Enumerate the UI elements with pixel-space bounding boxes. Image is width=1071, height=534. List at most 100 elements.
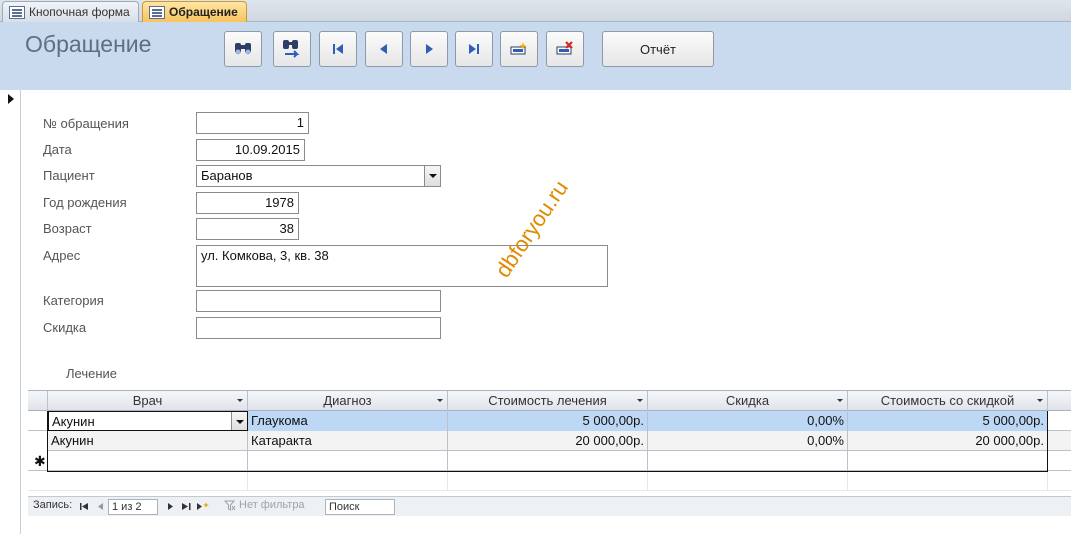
funnel-icon — [224, 500, 236, 511]
table-cell[interactable]: 5 000,00р. — [448, 411, 648, 431]
table-cell[interactable] — [248, 451, 448, 471]
column-header-cost[interactable]: Стоимость лечения — [448, 391, 648, 411]
record-selector[interactable] — [0, 90, 21, 534]
new-record-button[interactable] — [500, 31, 538, 67]
column-header-discount[interactable]: Скидка — [648, 391, 848, 411]
column-header-discounted-cost[interactable]: Стоимость со скидкой — [848, 391, 1048, 411]
category-label: Категория — [43, 293, 104, 308]
address-label: Адрес — [43, 248, 81, 263]
sort-arrow-icon — [837, 399, 843, 402]
first-record-button[interactable] — [319, 31, 357, 67]
table-cell[interactable] — [448, 451, 648, 471]
filter-toggle[interactable]: Нет фильтра — [224, 499, 305, 511]
table-cell[interactable]: Акунин — [48, 431, 248, 451]
nav-new-record-button[interactable] — [196, 499, 210, 513]
next-record-button[interactable] — [410, 31, 448, 67]
new-record-row[interactable]: ✱ — [28, 451, 1071, 471]
birth-year-field[interactable]: 1978 — [196, 192, 299, 214]
discount-field[interactable] — [196, 317, 441, 339]
table-cell[interactable]: Катаракта — [248, 431, 448, 451]
previous-record-icon — [97, 502, 103, 510]
new-record-icon — [510, 42, 527, 55]
birth-year-label: Год рождения — [43, 195, 127, 210]
filter-label: Нет фильтра — [239, 499, 305, 511]
select-all-corner[interactable] — [28, 391, 48, 411]
table-cell[interactable]: 0,00% — [648, 411, 848, 431]
last-record-button[interactable] — [455, 31, 493, 67]
first-record-icon — [333, 44, 343, 54]
empty-cell — [848, 471, 1048, 491]
age-field[interactable]: 38 — [196, 218, 299, 240]
row-selector[interactable] — [28, 411, 48, 431]
find-button[interactable] — [224, 31, 262, 67]
current-record-input[interactable]: 1 из 2 — [108, 499, 158, 515]
sort-arrow-icon — [237, 399, 243, 402]
sort-arrow-icon — [637, 399, 643, 402]
tab-label: Кнопочная форма — [29, 5, 130, 19]
table-cell[interactable] — [848, 451, 1048, 471]
column-header-doctor[interactable]: Врач — [48, 391, 248, 411]
table-cell[interactable]: 5 000,00р. — [848, 411, 1048, 431]
treatment-label: Лечение — [66, 366, 118, 381]
previous-record-icon — [380, 44, 387, 54]
address-field[interactable]: ул. Комкова, 3, кв. 38 — [196, 245, 608, 287]
number-field[interactable]: 1 — [196, 112, 309, 134]
patient-label: Пациент — [43, 168, 95, 183]
date-label: Дата — [43, 142, 72, 157]
sort-arrow-icon — [1037, 399, 1043, 402]
form-icon — [149, 5, 165, 19]
report-button[interactable]: Отчёт — [602, 31, 714, 67]
grid-border — [47, 471, 1048, 472]
table-row[interactable]: Акунин Катаракта 20 000,00р. 0,00% 20 00… — [28, 431, 1071, 451]
empty-cell — [48, 471, 248, 491]
form-title: Обращение — [25, 31, 152, 57]
table-cell[interactable] — [648, 451, 848, 471]
next-record-icon — [426, 44, 433, 54]
chevron-down-icon[interactable] — [231, 412, 247, 430]
form-header: Обращение Отчёт — [0, 22, 1071, 90]
table-cell[interactable] — [48, 451, 248, 471]
tab-switchboard-form[interactable]: Кнопочная форма — [2, 1, 139, 22]
previous-record-button[interactable] — [365, 31, 403, 67]
column-header-label: Стоимость лечения — [488, 393, 607, 408]
tab-appeal-form[interactable]: Обращение — [142, 1, 247, 22]
next-record-icon — [167, 502, 173, 510]
row-selector[interactable] — [28, 431, 48, 451]
nav-next-button[interactable] — [164, 499, 176, 513]
first-record-icon — [79, 502, 88, 510]
find-icon — [235, 43, 251, 55]
record-navigation-bar: Запись: 1 из 2 Нет фильтра Поиск — [28, 496, 1071, 516]
form-icon — [9, 5, 25, 19]
column-header-diagnosis[interactable]: Диагноз — [248, 391, 448, 411]
nav-first-button[interactable] — [78, 499, 90, 513]
chevron-down-icon[interactable] — [424, 166, 440, 186]
table-cell[interactable]: 0,00% — [648, 431, 848, 451]
column-header-label: Стоимость со скидкой — [880, 393, 1015, 408]
grid-header-row: Врач Диагноз Стоимость лечения Скидка Ст… — [28, 391, 1071, 411]
date-field[interactable]: 10.09.2015 — [196, 139, 305, 161]
search-input[interactable]: Поиск — [325, 499, 395, 515]
find-next-button[interactable] — [273, 31, 311, 67]
patient-combo[interactable]: Баранов — [196, 165, 441, 187]
nav-last-button[interactable] — [180, 499, 192, 513]
empty-grid-area — [28, 471, 1071, 491]
table-cell[interactable]: Глаукома — [248, 411, 448, 431]
current-record-arrow-icon — [8, 94, 14, 104]
row-selector[interactable]: ✱ — [28, 451, 48, 471]
grid-border — [47, 411, 48, 471]
new-record-icon — [197, 501, 209, 510]
last-record-icon — [469, 44, 479, 54]
category-field[interactable] — [196, 290, 441, 312]
column-header-label: Диагноз — [323, 393, 372, 408]
table-cell[interactable]: 20 000,00р. — [448, 431, 648, 451]
doctor-combo-cell[interactable]: Акунин — [48, 411, 248, 431]
tab-label: Обращение — [169, 5, 238, 19]
table-cell[interactable]: 20 000,00р. — [848, 431, 1048, 451]
delete-record-icon — [556, 41, 573, 55]
sort-arrow-icon — [437, 399, 443, 402]
table-row[interactable]: Акунин Глаукома 5 000,00р. 0,00% 5 000,0… — [28, 411, 1071, 431]
last-record-icon — [181, 502, 190, 510]
nav-previous-button[interactable] — [94, 499, 106, 513]
delete-record-button[interactable] — [546, 31, 584, 67]
empty-cell — [648, 471, 848, 491]
